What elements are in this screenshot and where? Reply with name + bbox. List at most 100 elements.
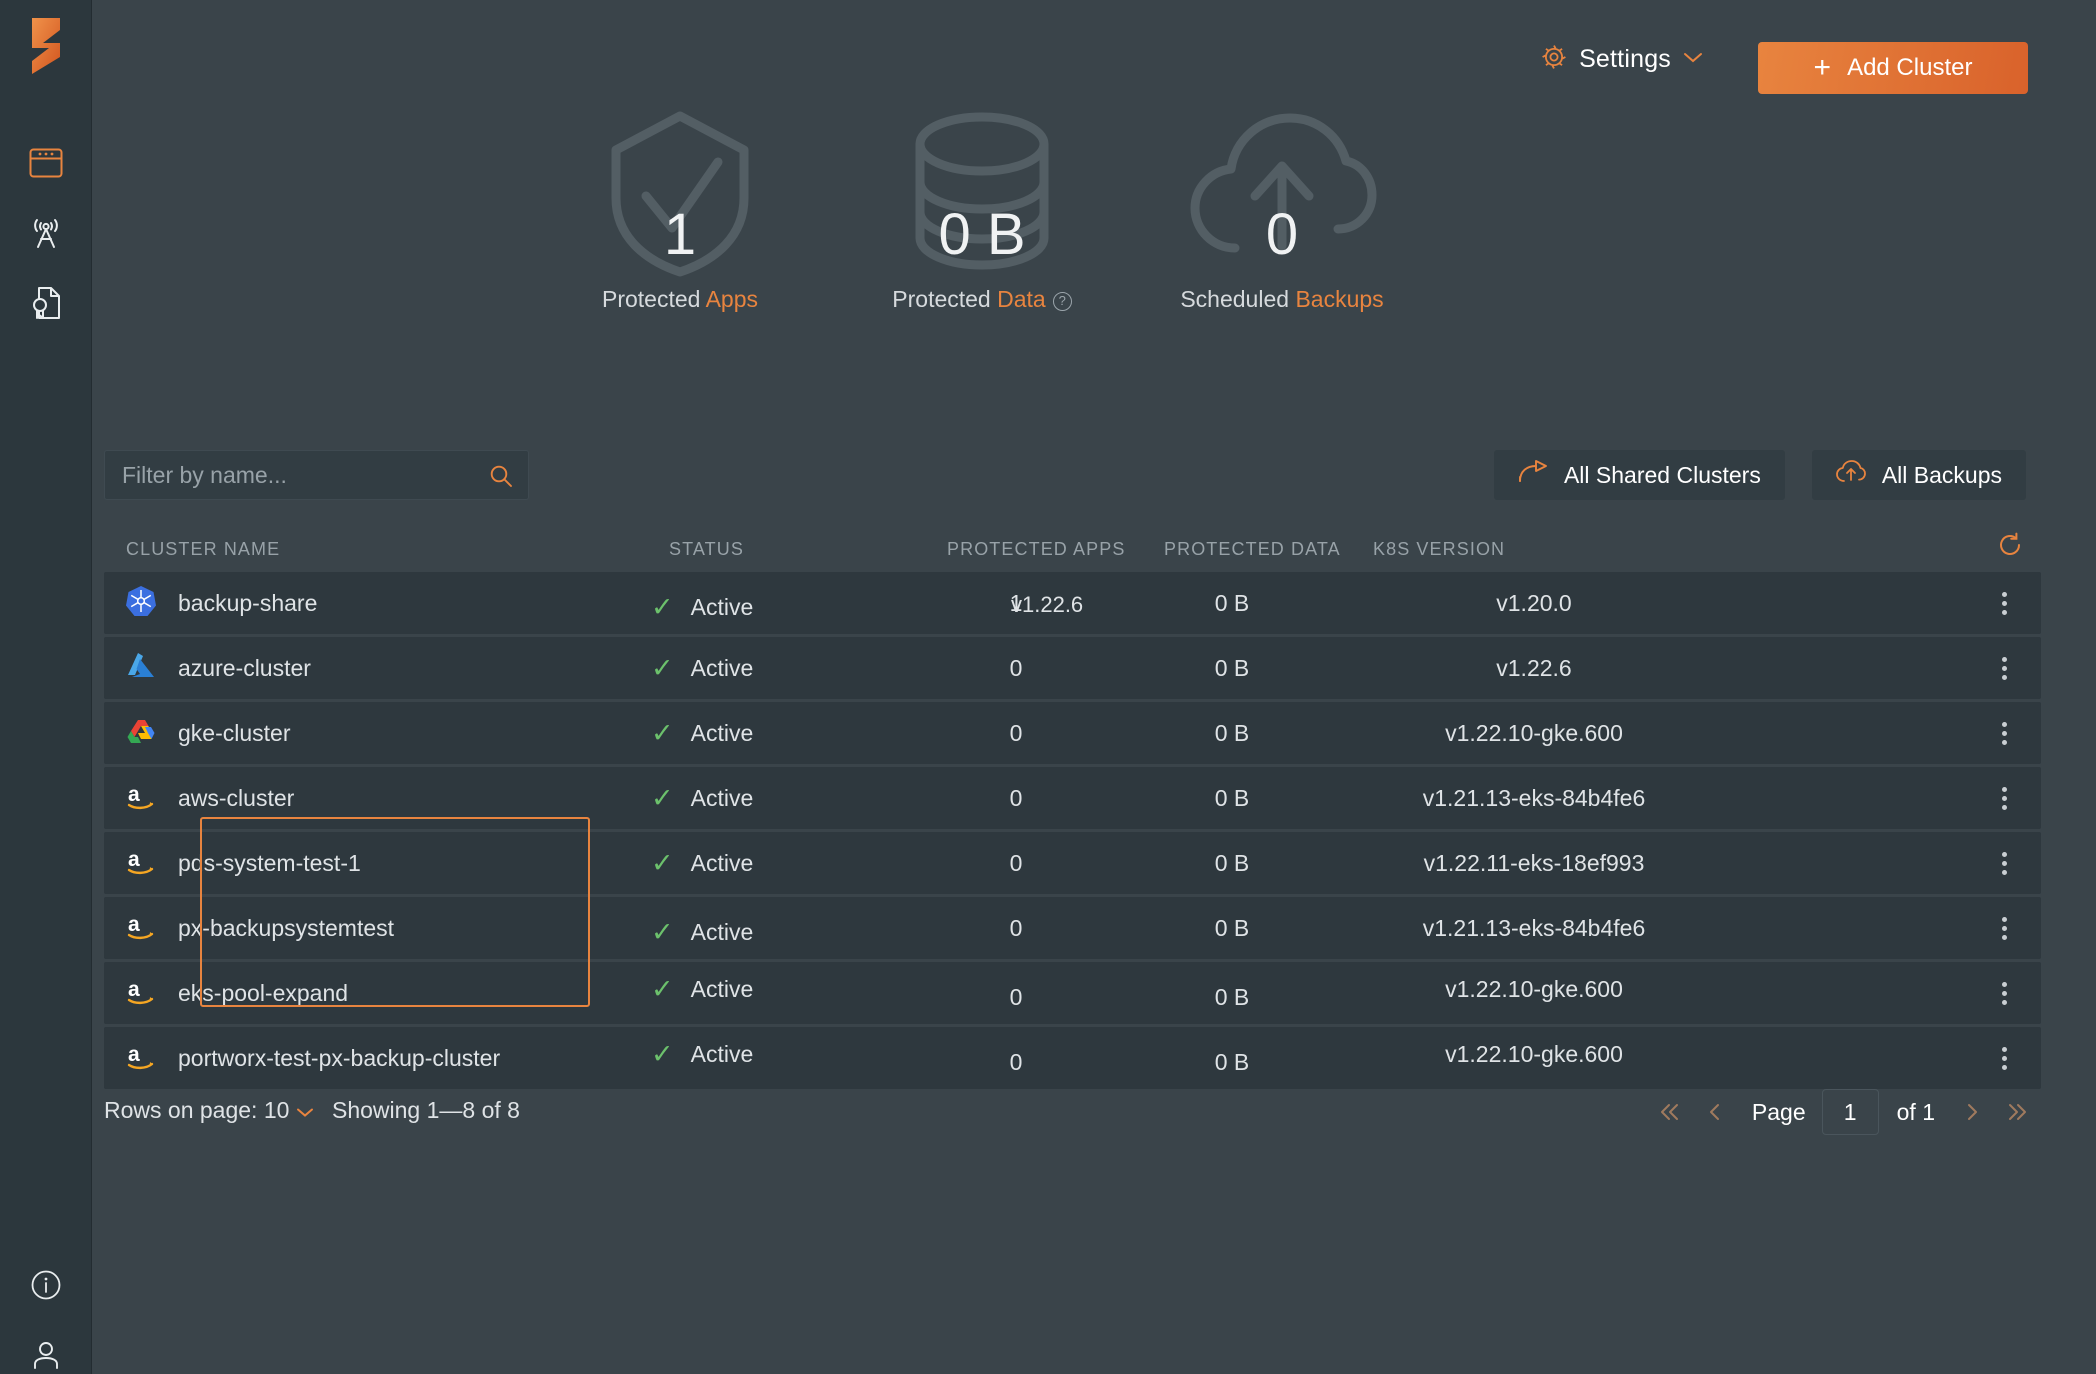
table-row[interactable]: a portworx-test-px-backup-cluster ✓ Acti… xyxy=(104,1027,2041,1089)
column-header-status: STATUS xyxy=(669,539,744,559)
kebab-menu-icon xyxy=(2001,588,2007,619)
first-page-button[interactable] xyxy=(1646,1089,1692,1135)
next-page-button[interactable] xyxy=(1949,1089,1995,1135)
table-row[interactable]: gke-cluster ✓ Active 0 0 B v1.22.10-gke.… xyxy=(104,702,2041,764)
table-row[interactable]: a aws-cluster ✓ Active 0 0 B v1.21.13-ek… xyxy=(104,767,2041,829)
cell-k8s-version: v1.21.13-eks-84b4fe6 xyxy=(1422,784,1646,811)
cell-cluster-name: a px-backupsystemtest xyxy=(126,897,394,959)
check-icon: ✓ xyxy=(651,591,674,622)
row-menu-button[interactable] xyxy=(1981,1027,2027,1089)
settings-menu-button[interactable]: Settings xyxy=(1541,44,1703,75)
cell-protected-apps: 0 xyxy=(1009,654,1023,681)
sidebar-item-dashboard[interactable] xyxy=(0,128,92,198)
row-menu-button[interactable] xyxy=(1981,832,2027,894)
aws-icon: a xyxy=(126,846,156,881)
all-backups-button[interactable]: All Backups xyxy=(1811,450,2026,500)
cell-protected-data: 0 B xyxy=(1214,719,1250,746)
table-row[interactable]: a px-backupsystemtest ✓ Active 0 0 B v1.… xyxy=(104,897,2041,959)
floating-version-chip: v1.22.6 xyxy=(1011,592,1084,617)
kebab-menu-icon xyxy=(2001,913,2007,944)
user-account-icon xyxy=(30,1339,62,1371)
filter-container xyxy=(104,450,529,500)
question-mark-icon[interactable]: ? xyxy=(1052,292,1072,311)
add-cluster-label: Add Cluster xyxy=(1847,54,1973,81)
sidebar-item-account[interactable] xyxy=(0,1320,92,1374)
table-row[interactable]: azure-cluster ✓ Active 0 0 B v1.22.6 xyxy=(104,637,2041,699)
all-shared-clusters-button[interactable]: All Shared Clusters xyxy=(1493,450,1785,500)
stat-caption-accent: Backups xyxy=(1295,286,1384,312)
license-document-icon xyxy=(30,286,62,320)
cell-status: ✓ Active xyxy=(651,576,753,638)
summary-stats: 1 Protected Apps 0 B Protected Data? 0 S… xyxy=(92,104,2096,319)
kebab-menu-icon xyxy=(2001,848,2007,879)
check-icon: ✓ xyxy=(651,652,674,683)
cell-cluster-name: a portworx-test-px-backup-cluster xyxy=(126,1027,500,1089)
cluster-name-label: px-backupsystemtest xyxy=(178,914,395,941)
stat-caption-prefix: Protected xyxy=(892,286,998,312)
row-menu-button[interactable] xyxy=(1981,702,2027,764)
cell-k8s-version: v1.22.11-eks-18ef993 xyxy=(1423,849,1645,876)
aws-icon: a xyxy=(126,1041,156,1076)
aws-icon: a xyxy=(126,781,156,816)
aws-icon: a xyxy=(126,976,156,1011)
row-menu-button[interactable] xyxy=(1981,897,2027,959)
rows-per-page-selector[interactable]: Rows on page: 10 xyxy=(104,1097,314,1124)
refresh-icon[interactable] xyxy=(1997,532,2023,563)
row-menu-button[interactable] xyxy=(1981,962,2027,1024)
cell-protected-apps: 0 xyxy=(1009,784,1023,811)
cell-k8s-version: v1.22.10-gke.600 xyxy=(1445,719,1623,746)
cell-status: ✓ Active xyxy=(651,832,753,894)
check-icon: ✓ xyxy=(651,1038,674,1069)
cell-protected-apps: 0 xyxy=(1009,719,1023,746)
check-icon: ✓ xyxy=(651,847,674,878)
cell-cluster-name: backup-share xyxy=(126,572,317,634)
cell-k8s-version: v1.21.13-eks-84b4fe6 xyxy=(1422,914,1646,941)
cell-k8s-version: v1.22.10-gke.600 xyxy=(1445,1040,1623,1067)
gear-icon xyxy=(1541,44,1567,75)
column-header-k8s-version: K8S VERSION xyxy=(1373,539,1506,559)
kebab-menu-icon xyxy=(2001,653,2007,684)
cell-protected-apps: 0 xyxy=(1009,849,1023,876)
prev-page-button[interactable] xyxy=(1692,1089,1738,1135)
check-icon: ✓ xyxy=(651,717,674,748)
row-menu-button[interactable] xyxy=(1981,767,2027,829)
cluster-name-label: eks-pool-expand xyxy=(178,979,349,1006)
rows-per-page-label: Rows on page: 10 xyxy=(104,1097,290,1123)
cell-protected-apps: 0 xyxy=(1009,914,1023,941)
app-root: Settings + Add Cluster 1 Protected Apps … xyxy=(0,0,2096,1374)
status-label: Active xyxy=(690,654,754,681)
last-page-button[interactable] xyxy=(1995,1089,2041,1135)
search-input[interactable] xyxy=(104,450,529,500)
sidebar-item-info[interactable] xyxy=(0,1250,92,1320)
row-menu-button[interactable] xyxy=(1981,637,2027,699)
status-label: Active xyxy=(690,1040,754,1067)
svg-text:a: a xyxy=(128,783,140,806)
page-number-input[interactable] xyxy=(1821,1089,1879,1135)
add-cluster-button[interactable]: + Add Cluster xyxy=(1758,42,2028,94)
page-total-label: of 1 xyxy=(1896,1098,1935,1125)
portworx-logo[interactable] xyxy=(0,6,92,86)
sidebar-item-monitoring[interactable] xyxy=(0,198,92,268)
svg-text:a: a xyxy=(128,1043,140,1066)
status-label: Active xyxy=(690,918,754,945)
check-icon: ✓ xyxy=(651,973,674,1004)
chevron-down-icon xyxy=(1683,51,1703,69)
cell-k8s-version: v1.22.10-gke.600 xyxy=(1445,975,1623,1002)
stat-caption-accent: Data xyxy=(997,286,1046,312)
page-label: Page xyxy=(1751,1098,1806,1125)
topbar: Settings + Add Cluster xyxy=(92,0,2096,100)
cell-protected-apps: 0 xyxy=(1009,1048,1023,1075)
dashboard-window-icon xyxy=(29,148,63,178)
share-arrow-icon xyxy=(1518,460,1548,490)
table-row[interactable]: a eks-pool-expand ✓ Active 0 0 B v1.22.1… xyxy=(104,962,2041,1024)
gcp-icon xyxy=(126,717,156,750)
table-row[interactable]: a pds-system-test-1 ✓ Active 0 0 B v1.22… xyxy=(104,832,2041,894)
check-icon: ✓ xyxy=(651,782,674,813)
sidebar-item-license[interactable] xyxy=(0,268,92,338)
status-label: Active xyxy=(690,784,754,811)
chevron-down-icon xyxy=(296,1097,314,1124)
row-menu-button[interactable] xyxy=(1981,572,2027,634)
cell-k8s-version: v1.20.0 xyxy=(1496,589,1572,616)
cell-protected-data: 0 B xyxy=(1214,849,1250,876)
column-header-protected-data: PROTECTED DATA xyxy=(1164,539,1341,559)
